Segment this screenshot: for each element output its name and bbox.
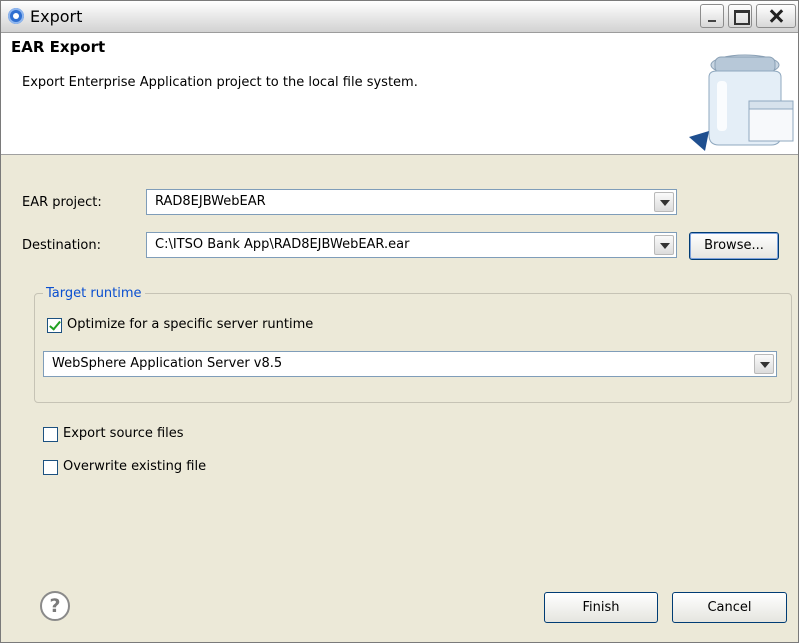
title-bar[interactable]: Export: [1, 1, 798, 33]
optimize-label[interactable]: Optimize for a specific server runtime: [67, 317, 313, 332]
overwrite-checkbox[interactable]: [43, 460, 58, 475]
chevron-down-icon[interactable]: [654, 235, 674, 255]
optimize-checkbox[interactable]: [47, 318, 62, 333]
finish-button[interactable]: Finish: [544, 592, 658, 623]
page-title: EAR Export: [11, 38, 106, 56]
export-dialog: Export EAR Export Export Enterprise Appl…: [0, 0, 799, 643]
ear-project-label: EAR project:: [22, 195, 102, 210]
destination-value: C:\ITSO Bank App\RAD8EJBWebEAR.ear: [155, 237, 410, 252]
export-source-checkbox[interactable]: [43, 427, 58, 442]
close-button[interactable]: [756, 4, 796, 28]
server-runtime-combo[interactable]: WebSphere Application Server v8.5: [43, 351, 777, 377]
help-icon[interactable]: ?: [40, 591, 70, 621]
minimize-button[interactable]: [700, 4, 724, 28]
window-title: Export: [30, 7, 83, 26]
destination-label: Destination:: [22, 238, 101, 253]
eclipse-icon: [8, 8, 24, 24]
server-runtime-value: WebSphere Application Server v8.5: [52, 356, 283, 371]
target-runtime-group: [34, 293, 792, 403]
ear-project-value: RAD8EJBWebEAR: [155, 194, 266, 209]
maximize-button[interactable]: [728, 4, 752, 28]
wizard-header: [1, 33, 798, 155]
cancel-button[interactable]: Cancel: [672, 592, 787, 623]
jar-export-wizard-icon: [689, 54, 794, 151]
destination-combo[interactable]: C:\ITSO Bank App\RAD8EJBWebEAR.ear: [146, 232, 677, 258]
export-source-label[interactable]: Export source files: [63, 426, 184, 441]
browse-button[interactable]: Browse...: [689, 232, 779, 260]
target-runtime-title: Target runtime: [43, 286, 145, 301]
chevron-down-icon[interactable]: [654, 192, 674, 212]
page-description: Export Enterprise Application project to…: [22, 75, 418, 90]
chevron-down-icon[interactable]: [754, 354, 774, 374]
ear-project-combo[interactable]: RAD8EJBWebEAR: [146, 189, 677, 215]
overwrite-label[interactable]: Overwrite existing file: [63, 459, 206, 474]
